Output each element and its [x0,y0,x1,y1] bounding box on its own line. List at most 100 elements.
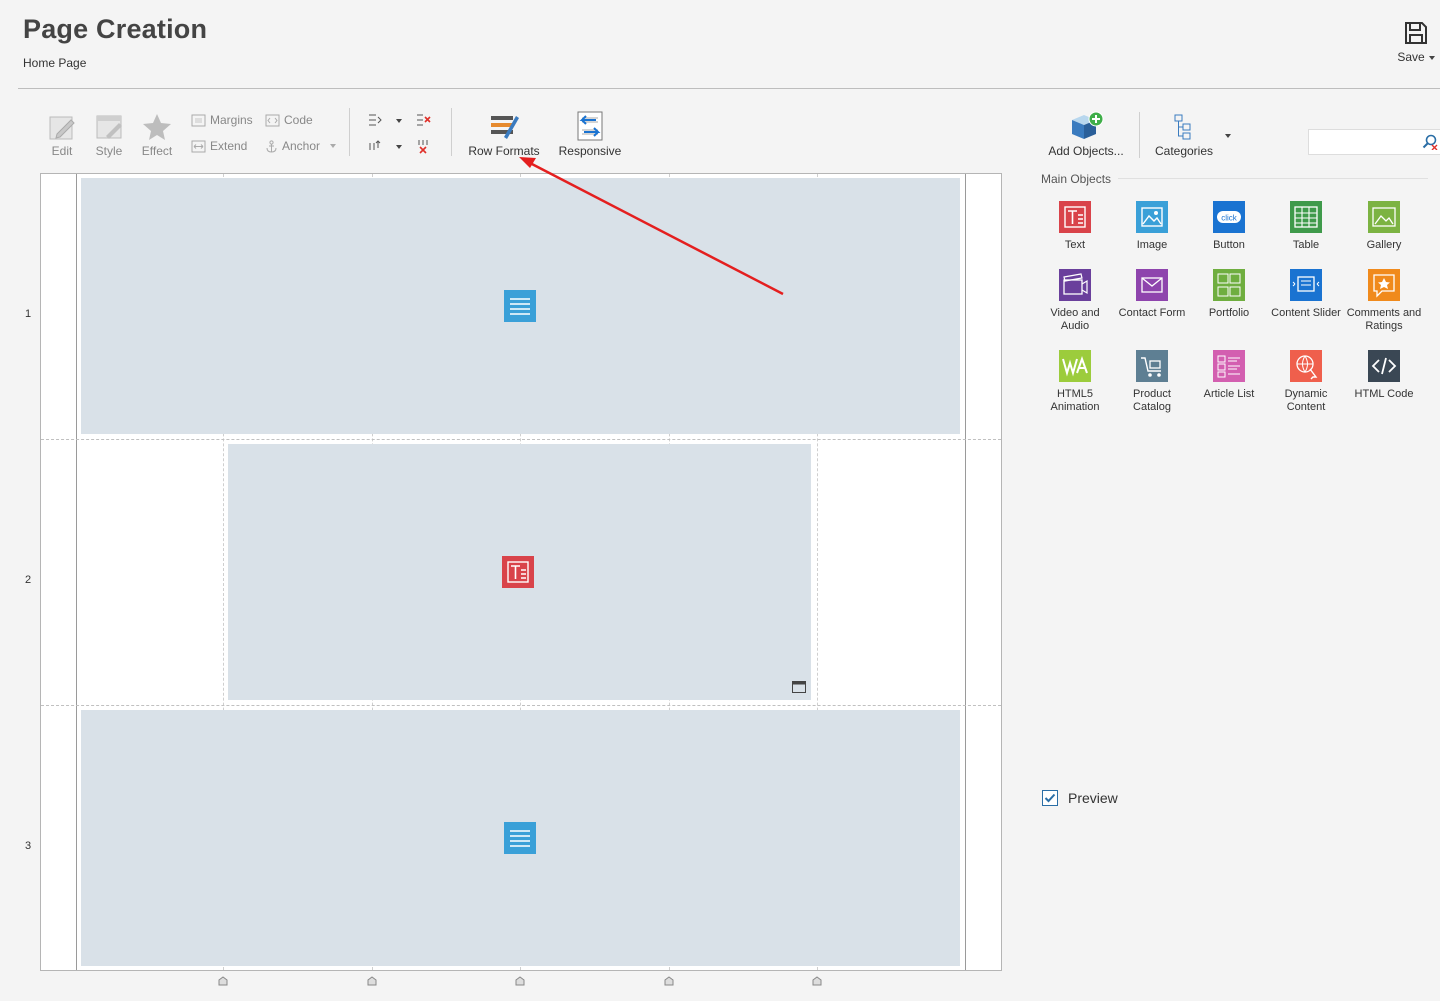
save-label: Save [1397,50,1425,64]
row-number: 2 [25,574,32,586]
object-label: Article List [1203,388,1255,400]
row-align-dropdown[interactable] [368,113,402,128]
row-1-content-icon[interactable] [504,290,536,322]
object-comments-ratings[interactable]: Comments and Ratings [1346,269,1422,333]
column-handle[interactable] [812,976,822,986]
paragraph-icon [504,822,536,854]
margins-button[interactable]: Margins [191,113,253,127]
object-portfolio[interactable]: Portfolio [1191,269,1267,320]
categories-label: Categories [1154,144,1214,158]
layout-canvas[interactable] [40,173,1002,971]
chevron-down-icon [1428,55,1435,60]
object-gallery[interactable]: Gallery [1346,201,1422,252]
anchor-button[interactable]: Anchor [265,139,337,153]
object-button[interactable]: click Button [1191,201,1267,252]
object-content-slider[interactable]: Content Slider [1268,269,1344,320]
anchor-label: Anchor [282,139,321,153]
extend-icon [191,140,206,152]
comments-icon [1368,269,1400,301]
margins-label: Margins [210,113,253,127]
extend-label: Extend [210,139,248,153]
row-3-content-icon[interactable] [504,822,536,854]
object-label: Product Catalog [1133,388,1171,413]
search-input[interactable] [1308,129,1440,155]
object-image[interactable]: Image [1114,201,1190,252]
column-handle[interactable] [664,976,674,986]
page-creation-window: Page Creation Home Page Save Edit Style … [0,0,1440,1001]
categories-button[interactable]: Categories [1152,112,1216,158]
breadcrumb[interactable]: Home Page [23,56,86,70]
responsive-label: Responsive [558,144,622,158]
check-icon [1044,793,1056,803]
row-spacing-dropdown[interactable] [368,139,402,154]
object-video-audio[interactable]: Video and Audio [1037,269,1113,333]
chevron-down-icon [396,118,402,123]
object-contact-form[interactable]: Contact Form [1114,269,1190,320]
image-icon [1136,201,1168,233]
effect-button[interactable]: Effect [140,112,174,158]
chevron-down-icon[interactable] [1225,134,1231,138]
svg-text:click: click [1221,214,1238,223]
row-formats-button[interactable]: Row Formats [468,110,540,158]
paragraph-icon [504,290,536,322]
save-icon [1405,22,1427,44]
text-object-icon [502,556,534,588]
object-label: Table [1292,239,1320,251]
extend-button[interactable]: Extend [191,139,247,153]
html-code-icon [1368,350,1400,382]
remove-row-button[interactable] [416,139,436,154]
chevron-down-icon [330,144,337,148]
object-label: Text [1064,239,1086,251]
style-label: Style [95,144,123,158]
row-number: 3 [25,840,32,852]
preview-toggle[interactable]: Preview [1042,790,1118,806]
text-icon [1059,201,1091,233]
object-text[interactable]: Text [1037,201,1113,252]
article-list-icon [1213,350,1245,382]
row-divider [41,439,1001,440]
object-product-catalog[interactable]: Product Catalog [1114,350,1190,414]
header-divider [18,88,1440,89]
row-divider [41,705,1001,706]
row-2-text-object[interactable] [502,556,534,588]
add-objects-button[interactable]: Add Objects... [1046,110,1126,158]
column-handle[interactable] [218,976,228,986]
edit-button[interactable]: Edit [46,112,78,158]
style-button[interactable]: Style [92,112,126,158]
preview-checkbox[interactable] [1042,790,1058,806]
code-icon [265,114,280,126]
responsive-icon [577,111,603,141]
object-html-code[interactable]: HTML Code [1346,350,1422,401]
object-label: Portfolio [1208,307,1250,319]
remove-row-icon [418,140,428,154]
code-button[interactable]: Code [265,113,313,127]
column-handle[interactable] [515,976,525,986]
chevron-down-icon [396,144,402,149]
responsive-button[interactable]: Responsive [558,110,622,158]
video-icon [1059,269,1091,301]
edit-label: Edit [51,144,73,158]
object-dynamic-content[interactable]: Dynamic Content [1268,350,1344,414]
object-table[interactable]: Table [1268,201,1344,252]
add-objects-label: Add Objects... [1048,144,1124,158]
portfolio-icon [1213,269,1245,301]
dynamic-content-icon [1290,350,1322,382]
object-html5-animation[interactable]: HTML5 Animation [1037,350,1113,414]
object-article-list[interactable]: Article List [1191,350,1267,401]
main-objects-title: Main Objects [1041,172,1112,186]
row-formats-label: Row Formats [468,144,540,158]
toolbar-divider [349,108,350,156]
toolbar-divider [451,108,452,156]
remove-column-button[interactable] [416,113,436,128]
remove-column-icon [417,114,431,126]
canvas-left-boundary [76,174,77,970]
cart-icon [1136,350,1168,382]
column-handle[interactable] [367,976,377,986]
add-objects-icon [1072,111,1104,139]
align-rows-icon [369,114,382,126]
window-icon[interactable] [792,681,806,693]
section-divider [1118,178,1428,179]
object-label: Comments and Ratings [1346,307,1422,332]
save-button[interactable]: Save [1396,20,1436,64]
style-icon [96,115,122,139]
